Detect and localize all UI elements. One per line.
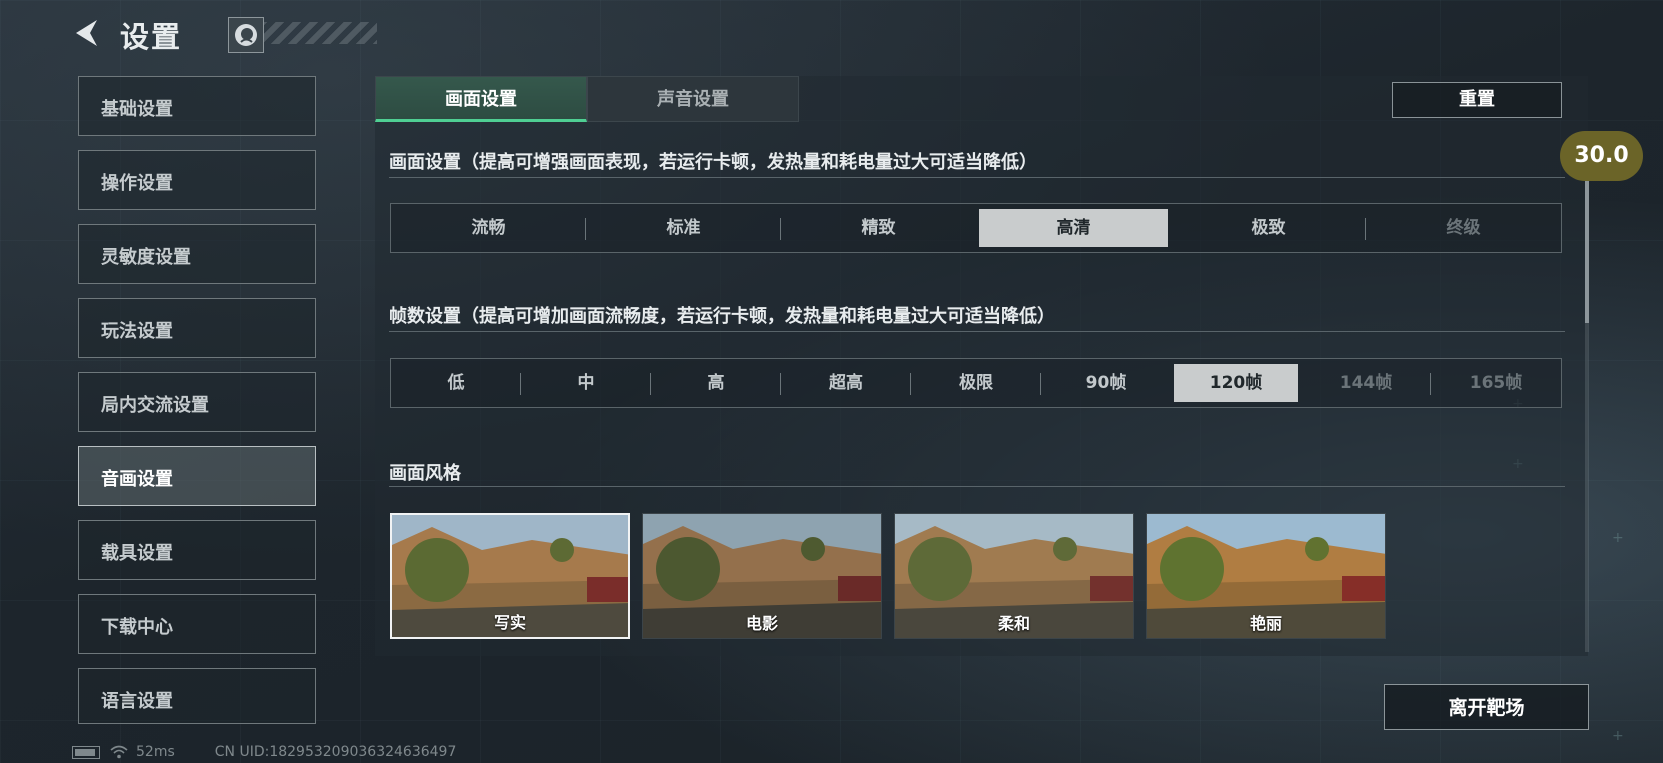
sidebar-item-label: 语言设置 xyxy=(101,691,173,712)
quality-option[interactable]: 极致 xyxy=(1174,209,1363,247)
tab-strip: 画面设置 声音设置 xyxy=(375,76,799,122)
framerate-option[interactable]: 超高 xyxy=(780,364,908,402)
framerate-option-selected[interactable]: 120帧 xyxy=(1174,364,1298,402)
quality-option-selected[interactable]: 高清 xyxy=(979,209,1168,247)
framerate-section-title: 帧数设置（提高可增加画面流畅度，若运行卡顿，发热量和耗电量过大可适当降低） xyxy=(389,306,1055,327)
back-arrow-icon xyxy=(76,20,97,46)
divider xyxy=(389,486,1565,487)
quality-section-title: 画面设置（提高可增强画面表现，若运行卡顿，发热量和耗电量过大可适当降低） xyxy=(389,152,1037,173)
style-option-realistic[interactable]: 写实 xyxy=(390,513,630,639)
sidebar-item-controls[interactable]: 操作设置 xyxy=(78,150,316,210)
ping-text: 52ms xyxy=(136,744,175,760)
sidebar-item-language[interactable]: 语言设置 xyxy=(78,668,316,724)
quality-option[interactable]: 标准 xyxy=(585,209,778,247)
sidebar-item-audio-visual[interactable]: 音画设置 xyxy=(78,446,316,506)
status-bar: 52ms CN UID:182953209036324636497 xyxy=(72,744,456,760)
avatar-button[interactable] xyxy=(228,17,264,53)
sidebar-item-gameplay[interactable]: 玩法设置 xyxy=(78,298,316,358)
framerate-option[interactable]: 中 xyxy=(520,364,648,402)
framerate-option[interactable]: 高 xyxy=(650,364,778,402)
sidebar-item-vehicle[interactable]: 载具设置 xyxy=(78,520,316,580)
style-selector: 写实 电影 柔和 艳丽 xyxy=(390,513,1386,639)
settings-panel: 画面设置 声音设置 重置 画面设置（提高可增强画面表现，若运行卡顿，发热量和耗电… xyxy=(375,76,1588,656)
framerate-option[interactable]: 90帧 xyxy=(1040,364,1168,402)
scroll-position-badge: 30.0 xyxy=(1560,131,1643,181)
sidebar-item-label: 下载中心 xyxy=(101,617,173,638)
divider xyxy=(389,177,1565,178)
settings-sidebar: 基础设置 操作设置 灵敏度设置 玩法设置 局内交流设置 音画设置 载具设置 下载… xyxy=(78,76,316,738)
sidebar-item-label: 玩法设置 xyxy=(101,321,173,342)
tab-sound[interactable]: 声音设置 xyxy=(587,76,799,122)
style-option-soft[interactable]: 柔和 xyxy=(894,513,1134,639)
framerate-option[interactable]: 低 xyxy=(394,364,518,402)
divider xyxy=(389,331,1565,332)
decor-plus: + xyxy=(1612,530,1624,546)
framerate-selector: 低 中 高 超高 极限 90帧 120帧 144帧 165帧 xyxy=(390,358,1562,408)
sidebar-item-label: 基础设置 xyxy=(101,99,173,120)
scrollbar-thumb[interactable] xyxy=(1585,178,1589,323)
sidebar-item-label: 局内交流设置 xyxy=(101,395,209,416)
sidebar-item-label: 载具设置 xyxy=(101,543,173,564)
uid-text: CN UID:182953209036324636497 xyxy=(214,744,457,760)
style-section-title: 画面风格 xyxy=(389,463,461,484)
sidebar-item-download[interactable]: 下载中心 xyxy=(78,594,316,654)
avatar-icon xyxy=(235,24,257,46)
sidebar-item-label: 音画设置 xyxy=(101,469,173,490)
style-label: 电影 xyxy=(745,614,778,633)
style-label: 艳丽 xyxy=(1249,614,1282,633)
wifi-icon xyxy=(110,745,128,759)
framerate-option-disabled[interactable]: 144帧 xyxy=(1304,364,1428,402)
sidebar-item-label: 灵敏度设置 xyxy=(101,247,191,268)
style-option-vivid[interactable]: 艳丽 xyxy=(1146,513,1386,639)
reset-button[interactable]: 重置 xyxy=(1392,82,1562,118)
framerate-option[interactable]: 极限 xyxy=(910,364,1038,402)
style-label: 写实 xyxy=(493,613,526,632)
quality-option-disabled[interactable]: 终级 xyxy=(1365,209,1558,247)
sidebar-item-basic[interactable]: 基础设置 xyxy=(78,76,316,136)
page-title: 设置 xyxy=(120,20,183,54)
tab-graphics[interactable]: 画面设置 xyxy=(375,76,587,122)
sidebar-item-communication[interactable]: 局内交流设置 xyxy=(78,372,316,432)
quality-option[interactable]: 流畅 xyxy=(394,209,583,247)
battery-icon xyxy=(72,745,100,759)
framerate-option-disabled[interactable]: 165帧 xyxy=(1430,364,1558,402)
quality-option[interactable]: 精致 xyxy=(780,209,973,247)
quality-selector: 流畅 标准 精致 高清 极致 终级 xyxy=(390,203,1562,253)
style-option-cinematic[interactable]: 电影 xyxy=(642,513,882,639)
sidebar-item-sensitivity[interactable]: 灵敏度设置 xyxy=(78,224,316,284)
leave-range-button[interactable]: 离开靶场 xyxy=(1384,684,1589,730)
back-button[interactable] xyxy=(70,16,104,50)
sidebar-item-label: 操作设置 xyxy=(101,173,173,194)
decor-plus: + xyxy=(1612,728,1624,744)
style-label: 柔和 xyxy=(997,614,1030,633)
